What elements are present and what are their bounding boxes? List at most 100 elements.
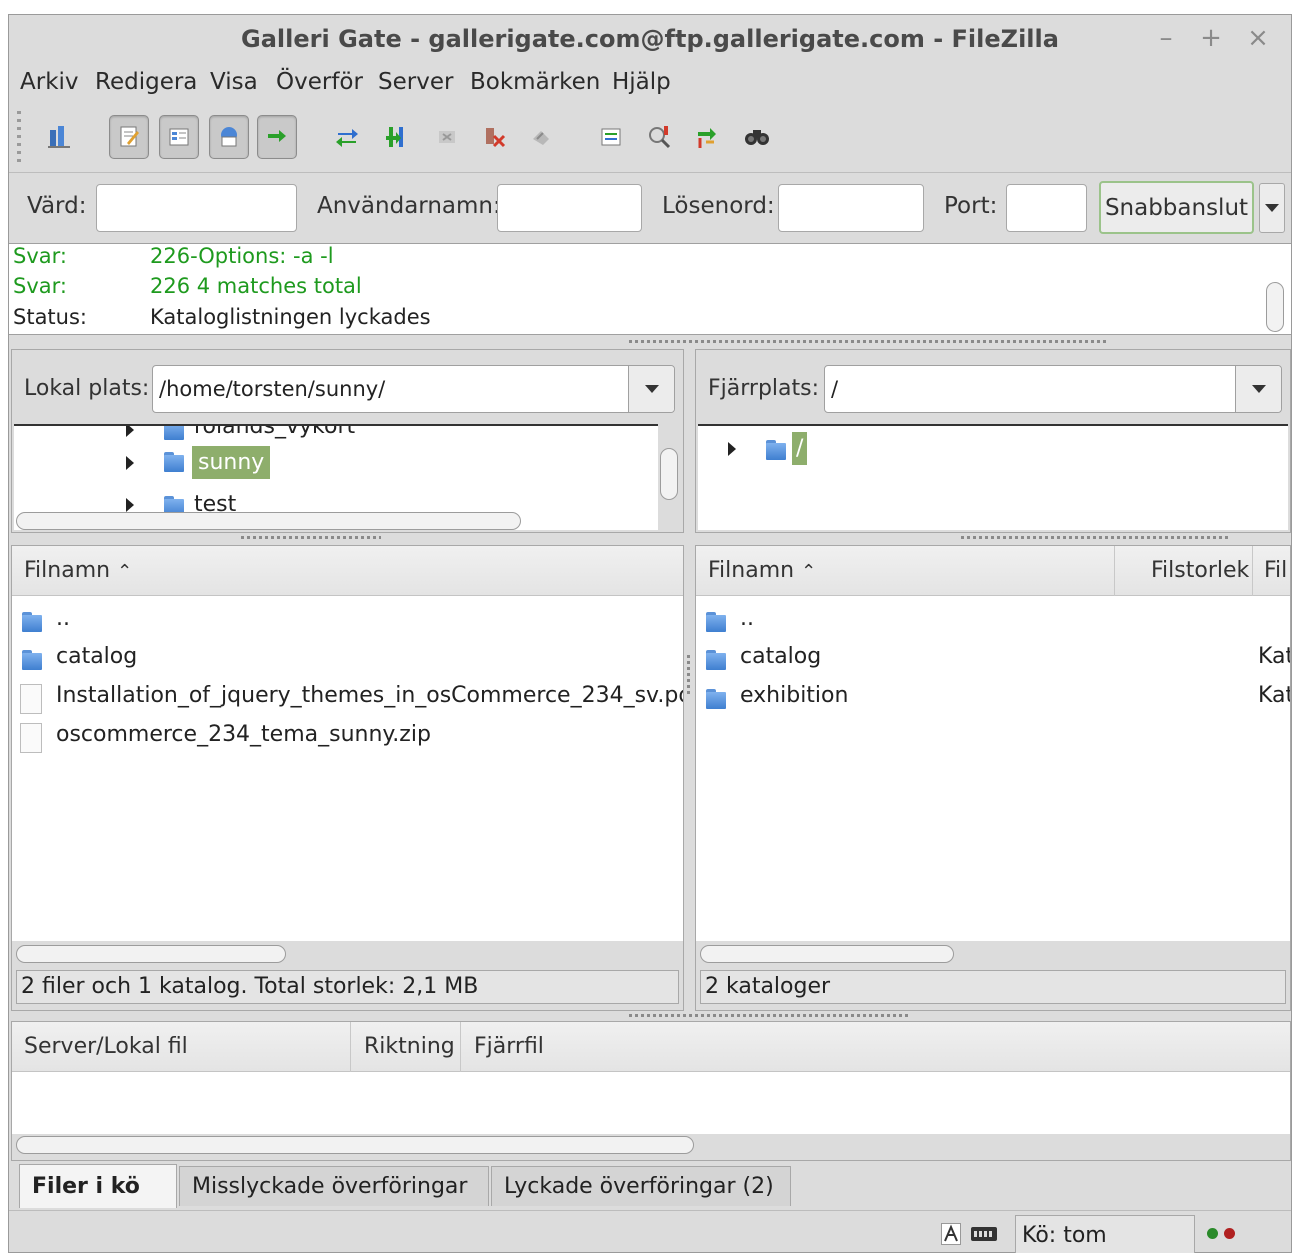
- sort-ascending-icon: ⌃: [117, 561, 133, 582]
- column-filename[interactable]: Filnamn ⌃: [24, 558, 132, 583]
- list-item[interactable]: oscommerce_234_tema_sunny.zip: [12, 718, 683, 756]
- menu-visa[interactable]: Visa: [210, 69, 258, 95]
- file-icon: [20, 723, 42, 753]
- column-direction[interactable]: Riktning: [364, 1034, 455, 1059]
- list-item[interactable]: Installation_of_jquery_themes_in_osComme…: [12, 679, 683, 717]
- tree-item[interactable]: rolands_vykort: [14, 424, 658, 448]
- cancel-icon[interactable]: [427, 115, 467, 159]
- vertical-splitter[interactable]: [687, 655, 690, 695]
- tab-queued-files[interactable]: Filer i kö: [19, 1164, 177, 1208]
- title-bar: Galleri Gate - gallerigate.com@ftp.galle…: [9, 15, 1291, 63]
- username-label: Användarnamn:: [317, 193, 501, 219]
- file-name: oscommerce_234_tema_sunny.zip: [56, 722, 431, 747]
- folder-icon: [22, 650, 44, 670]
- minimize-button[interactable]: –: [1151, 23, 1181, 53]
- column-remote-file[interactable]: Fjärrfil: [474, 1034, 544, 1059]
- toolbar: [9, 103, 1291, 173]
- local-status-text: 2 filer och 1 katalog. Total storlek: 2,…: [21, 974, 479, 999]
- column-divider[interactable]: [1114, 546, 1115, 596]
- queue-status-text: Kö: tom: [1022, 1223, 1107, 1248]
- column-divider[interactable]: [1252, 546, 1253, 596]
- refresh-icon[interactable]: [327, 115, 367, 159]
- column-server-local-file[interactable]: Server/Lokal fil: [24, 1034, 188, 1059]
- remote-file-panel: Filnamn ⌃ Filstorlek Fil .. catalog Kat …: [695, 545, 1291, 1011]
- local-path-combo[interactable]: /home/torsten/sunny/: [152, 365, 675, 413]
- status-bar: Kö: tom: [9, 1210, 1291, 1253]
- remote-splitter[interactable]: [961, 536, 1231, 539]
- menu-bokmarken[interactable]: Bokmärken: [470, 69, 600, 95]
- queue-hscrollbar[interactable]: [16, 1136, 694, 1154]
- local-site-panel: Lokal plats: /home/torsten/sunny/ roland…: [11, 349, 684, 533]
- reconnect-icon[interactable]: [521, 115, 561, 159]
- remote-path-dropdown[interactable]: [1235, 366, 1281, 412]
- list-item[interactable]: ..: [12, 602, 683, 640]
- local-tree-hscrollbar[interactable]: [16, 512, 521, 530]
- column-divider[interactable]: [460, 1022, 461, 1072]
- tab-successful-transfers[interactable]: Lyckade överföringar (2): [491, 1166, 791, 1206]
- local-tree-icon[interactable]: [159, 115, 199, 159]
- list-item[interactable]: catalog: [12, 640, 683, 678]
- queue-icon[interactable]: [257, 115, 297, 159]
- tree-item-selected[interactable]: sunny: [14, 446, 658, 484]
- password-input[interactable]: [778, 184, 924, 232]
- port-input[interactable]: [1006, 184, 1087, 232]
- quickconnect-bar: Värd: Användarnamn: Lösenord: Port: Snab…: [9, 175, 1291, 241]
- remote-site-label: Fjärrplats:: [708, 376, 820, 401]
- quickconnect-button[interactable]: Snabbanslut: [1099, 181, 1254, 234]
- local-path-dropdown[interactable]: [628, 366, 674, 412]
- menu-arkiv[interactable]: Arkiv: [20, 69, 79, 95]
- list-item[interactable]: exhibition Kat: [696, 679, 1290, 717]
- remote-path-combo[interactable]: /: [824, 365, 1282, 413]
- menu-server[interactable]: Server: [378, 69, 453, 95]
- close-button[interactable]: ×: [1243, 23, 1273, 53]
- folder-icon: [706, 612, 728, 632]
- local-list-hscrollbar[interactable]: [16, 945, 286, 963]
- username-input[interactable]: [497, 184, 642, 232]
- remote-list-hscrollbar[interactable]: [700, 945, 954, 963]
- list-item[interactable]: ..: [696, 602, 1290, 640]
- expand-arrow-icon[interactable]: [126, 456, 134, 470]
- queue-splitter[interactable]: [629, 1014, 909, 1017]
- menu-overfor[interactable]: Överför: [276, 69, 363, 95]
- expand-arrow-icon[interactable]: [728, 442, 736, 456]
- menu-hjalp[interactable]: Hjälp: [612, 69, 671, 95]
- site-manager-icon[interactable]: [39, 115, 79, 159]
- column-filetype[interactable]: Fil: [1264, 558, 1287, 583]
- local-tree: rolands_vykort sunny test: [14, 424, 658, 530]
- host-input[interactable]: [96, 184, 297, 232]
- search-icon[interactable]: [737, 115, 777, 159]
- directory-comparison-icon[interactable]: [591, 115, 631, 159]
- synchronized-browsing-icon[interactable]: [687, 115, 727, 159]
- quickconnect-dropdown[interactable]: [1259, 183, 1285, 233]
- file-type: Kat: [1258, 683, 1290, 708]
- column-filename[interactable]: Filnamn ⌃: [708, 558, 816, 583]
- process-queue-icon[interactable]: [377, 115, 417, 159]
- log-text: 226-Options: -a -l: [150, 244, 334, 268]
- toolbar-grip[interactable]: [17, 111, 21, 165]
- remote-status-text: 2 kataloger: [705, 974, 831, 999]
- column-filesize[interactable]: Filstorlek: [1151, 558, 1249, 583]
- maximize-button[interactable]: +: [1196, 23, 1226, 53]
- local-path-value: /home/torsten/sunny/: [159, 377, 386, 401]
- log-scrollbar[interactable]: [1266, 282, 1284, 332]
- port-label: Port:: [944, 193, 998, 219]
- local-tree-vscrollbar[interactable]: [660, 448, 678, 500]
- menu-redigera[interactable]: Redigera: [95, 69, 197, 95]
- remote-tree-icon[interactable]: [209, 115, 249, 159]
- disconnect-icon[interactable]: [475, 115, 515, 159]
- tree-item-selected[interactable]: /: [698, 432, 1288, 470]
- list-item[interactable]: catalog Kat: [696, 640, 1290, 678]
- binary-mode-icon[interactable]: [941, 1223, 961, 1245]
- message-log-icon[interactable]: [109, 115, 149, 159]
- expand-arrow-icon[interactable]: [126, 426, 134, 437]
- local-splitter[interactable]: [241, 536, 381, 539]
- file-name: catalog: [56, 644, 138, 669]
- column-divider[interactable]: [350, 1022, 351, 1072]
- tree-item-label: rolands_vykort: [194, 424, 356, 439]
- filter-icon[interactable]: [639, 115, 679, 159]
- log-splitter[interactable]: [629, 340, 1109, 343]
- expand-arrow-icon[interactable]: [126, 498, 134, 512]
- tab-failed-transfers[interactable]: Misslyckade överföringar: [179, 1166, 489, 1206]
- queue-tabs: Filer i kö Misslyckade överföringar Lyck…: [9, 1162, 1291, 1210]
- chevron-down-icon: [1265, 204, 1279, 212]
